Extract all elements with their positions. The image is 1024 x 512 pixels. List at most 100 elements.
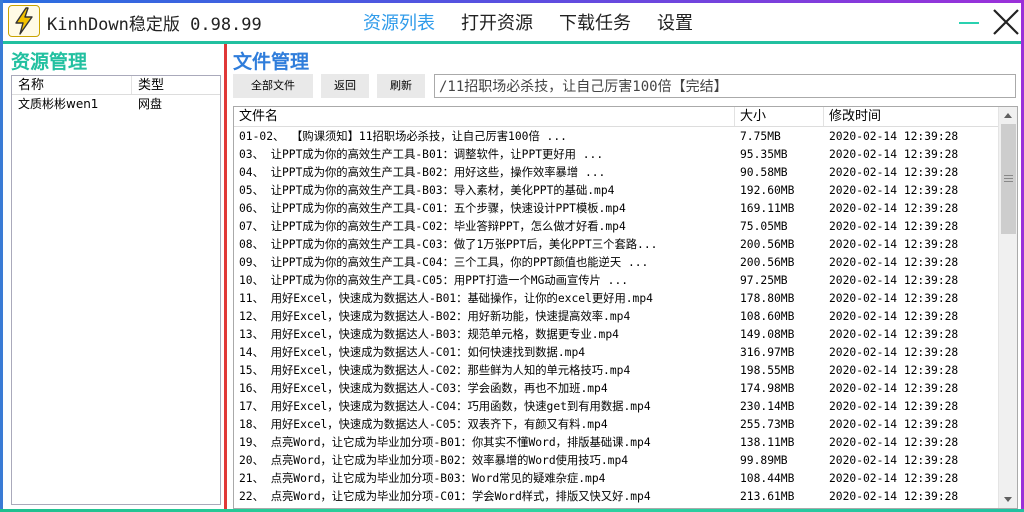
- file-name: 16、 用好Excel，快速成为数据达人-C03：学会函数，再也不加班.mp4: [239, 382, 608, 395]
- file-size: 149.08MB: [740, 328, 795, 341]
- file-row[interactable]: 21、 点亮Word，让它成为毕业加分项-B03：Word常见的疑难杂症.mp4…: [234, 470, 998, 488]
- file-size: 174.98MB: [740, 382, 795, 395]
- file-name: 20、 点亮Word，让它成为毕业加分项-B02：效率暴增的Word使用技巧.m…: [239, 454, 629, 467]
- file-row[interactable]: 01-02、 【购课须知】11招职场必杀技，让自己厉害100倍 ... 7.75M…: [234, 128, 998, 146]
- main-nav: 资源列表 打开资源 下载任务 设置: [363, 9, 719, 35]
- file-name: 10、 让PPT成为你的高效生产工具-C05：用PPT打造一个MG动画宣传片 .…: [239, 274, 629, 287]
- file-row[interactable]: 19、 点亮Word，让它成为毕业加分项-B01：你其实不懂Word，排版基础课…: [234, 434, 998, 452]
- file-modified-time: 2020-02-14 12:39:28: [829, 202, 959, 215]
- lightning-bolt-icon: [8, 5, 40, 37]
- file-row[interactable]: 11、 用好Excel，快速成为数据达人-B01：基础操作，让你的excel更好…: [234, 290, 998, 308]
- file-name: 03、 让PPT成为你的高效生产工具-B01：调整软件，让PPT更好用 ...: [239, 148, 604, 161]
- nav-download-tasks[interactable]: 下载任务: [559, 9, 631, 35]
- file-row[interactable]: 16、 用好Excel，快速成为数据达人-C03：学会函数，再也不加班.mp4 1…: [234, 380, 998, 398]
- file-row[interactable]: 17、 用好Excel，快速成为数据达人-C04：巧用函数，快速get到有用数据…: [234, 398, 998, 416]
- file-modified-time: 2020-02-14 12:39:28: [829, 328, 959, 341]
- file-row[interactable]: 07、 让PPT成为你的高效生产工具-C02：毕业答辩PPT，怎么做才好看.mp…: [234, 218, 998, 236]
- resource-list: 名称 类型 文质彬彬wen1 网盘: [11, 75, 221, 505]
- file-size: 108.44MB: [740, 472, 795, 485]
- minimize-icon: [959, 22, 979, 24]
- file-modified-time: 2020-02-14 12:39:28: [829, 274, 959, 287]
- title-bar: KinhDown稳定版 0.98.99 资源列表 打开资源 下载任务 设置: [3, 3, 1021, 41]
- file-row[interactable]: 15、 用好Excel，快速成为数据达人-C02：那些鲜为人知的单元格技巧.mp…: [234, 362, 998, 380]
- file-name: 15、 用好Excel，快速成为数据达人-C02：那些鲜为人知的单元格技巧.mp…: [239, 364, 631, 377]
- file-size: 97.25MB: [740, 274, 788, 287]
- file-row[interactable]: 04、 让PPT成为你的高效生产工具-B02：用好这些，操作效率暴增 ... 90…: [234, 164, 998, 182]
- file-modified-time: 2020-02-14 12:39:28: [829, 130, 959, 143]
- file-size: 230.14MB: [740, 400, 795, 413]
- file-row[interactable]: 18、 用好Excel，快速成为数据达人-C05：双表齐下，有颜又有料.mp4 2…: [234, 416, 998, 434]
- file-name: 04、 让PPT成为你的高效生产工具-B02：用好这些，操作效率暴增 ...: [239, 166, 606, 179]
- minimize-button[interactable]: [957, 5, 981, 35]
- nav-settings[interactable]: 设置: [657, 9, 693, 35]
- file-size: 7.75MB: [740, 130, 781, 143]
- file-size: 198.55MB: [740, 364, 795, 377]
- close-icon: [993, 9, 1019, 35]
- file-row[interactable]: 08、 让PPT成为你的高效生产工具-C03：做了1万张PPT后，美化PPT三个…: [234, 236, 998, 254]
- grip-line-icon: [1004, 178, 1013, 179]
- back-button[interactable]: 返回: [321, 74, 369, 98]
- resource-panel-title: 资源管理: [11, 51, 88, 73]
- file-name: 13、 用好Excel，快速成为数据达人-B03：规范单元格，数据更专业.mp4: [239, 328, 619, 341]
- column-header-filename[interactable]: 文件名: [234, 107, 735, 126]
- file-row[interactable]: 10、 让PPT成为你的高效生产工具-C05：用PPT打造一个MG动画宣传片 .…: [234, 272, 998, 290]
- column-header-type[interactable]: 类型: [132, 76, 220, 94]
- grip-line-icon: [1004, 181, 1013, 182]
- file-name: 08、 让PPT成为你的高效生产工具-C03：做了1万张PPT后，美化PPT三个…: [239, 238, 658, 251]
- file-row[interactable]: 14、 用好Excel，快速成为数据达人-C01：如何快速找到数据.mp4 316…: [234, 344, 998, 362]
- scroll-thumb[interactable]: [1001, 124, 1016, 234]
- column-header-size[interactable]: 大小: [735, 107, 824, 126]
- file-modified-time: 2020-02-14 12:39:28: [829, 436, 959, 449]
- vertical-scrollbar[interactable]: [998, 107, 1017, 508]
- file-modified-time: 2020-02-14 12:39:28: [829, 184, 959, 197]
- file-name: 14、 用好Excel，快速成为数据达人-C01：如何快速找到数据.mp4: [239, 346, 586, 359]
- close-button[interactable]: [991, 7, 1021, 37]
- file-name: 11、 用好Excel，快速成为数据达人-B01：基础操作，让你的excel更好…: [239, 292, 653, 305]
- file-row[interactable]: 09、 让PPT成为你的高效生产工具-C04：三个工具，你的PPT颜值也能逆天 …: [234, 254, 998, 272]
- column-header-modified[interactable]: 修改时间: [824, 107, 994, 126]
- file-name: 05、 让PPT成为你的高效生产工具-B03：导入素材，美化PPT的基础.mp4: [239, 184, 615, 197]
- refresh-button[interactable]: 刷新: [377, 74, 425, 98]
- file-modified-time: 2020-02-14 12:39:28: [829, 400, 959, 413]
- file-size: 138.11MB: [740, 436, 795, 449]
- resource-list-header: 名称 类型: [12, 76, 220, 95]
- grip-line-icon: [1004, 175, 1013, 176]
- file-modified-time: 2020-02-14 12:39:28: [829, 310, 959, 323]
- file-row[interactable]: 20、 点亮Word，让它成为毕业加分项-B02：效率暴增的Word使用技巧.m…: [234, 452, 998, 470]
- file-modified-time: 2020-02-14 12:39:28: [829, 148, 959, 161]
- app-title: KinhDown稳定版 0.98.99: [47, 15, 262, 35]
- resource-row[interactable]: 文质彬彬wen1 网盘: [12, 95, 220, 114]
- scroll-down-button[interactable]: [999, 491, 1017, 508]
- file-modified-time: 2020-02-14 12:39:28: [829, 166, 959, 179]
- file-size: 200.56MB: [740, 256, 795, 269]
- file-name: 17、 用好Excel，快速成为数据达人-C04：巧用函数，快速get到有用数据…: [239, 400, 651, 413]
- nav-open-resource[interactable]: 打开资源: [461, 9, 533, 35]
- file-name: 22、 点亮Word，让它成为毕业加分项-C01：学会Word样式，排版又快又好…: [239, 490, 651, 503]
- file-row[interactable]: 12、 用好Excel，快速成为数据达人-B02：用好新功能，快速提高效率.mp…: [234, 308, 998, 326]
- file-name: 12、 用好Excel，快速成为数据达人-B02：用好新功能，快速提高效率.mp…: [239, 310, 631, 323]
- file-size: 192.60MB: [740, 184, 795, 197]
- column-header-name[interactable]: 名称: [12, 76, 132, 94]
- file-name: 06、 让PPT成为你的高效生产工具-C01：五个步骤，快速设计PPT模板.mp…: [239, 202, 626, 215]
- file-row[interactable]: 06、 让PPT成为你的高效生产工具-C01：五个步骤，快速设计PPT模板.mp…: [234, 200, 998, 218]
- file-size: 169.11MB: [740, 202, 795, 215]
- file-panel-title: 文件管理: [233, 51, 310, 73]
- scroll-up-button[interactable]: [999, 107, 1017, 124]
- nav-resource-list[interactable]: 资源列表: [363, 9, 435, 35]
- file-modified-time: 2020-02-14 12:39:28: [829, 238, 959, 251]
- file-name: 07、 让PPT成为你的高效生产工具-C02：毕业答辩PPT，怎么做才好看.mp…: [239, 220, 626, 233]
- file-name: 01-02、 【购课须知】11招职场必杀技，让自己厉害100倍 ...: [239, 130, 567, 143]
- file-modified-time: 2020-02-14 12:39:28: [829, 472, 959, 485]
- file-size: 108.60MB: [740, 310, 795, 323]
- file-row[interactable]: 05、 让PPT成为你的高效生产工具-B03：导入素材，美化PPT的基础.mp4…: [234, 182, 998, 200]
- file-size: 178.80MB: [740, 292, 795, 305]
- file-modified-time: 2020-02-14 12:39:28: [829, 490, 959, 503]
- file-row[interactable]: 13、 用好Excel，快速成为数据达人-B03：规范单元格，数据更专业.mp4…: [234, 326, 998, 344]
- file-size: 75.05MB: [740, 220, 788, 233]
- path-input[interactable]: [434, 74, 1016, 98]
- file-row[interactable]: 03、 让PPT成为你的高效生产工具-B01：调整软件，让PPT更好用 ... 9…: [234, 146, 998, 164]
- file-panel: 文件管理 全部文件 返回 刷新 文件名 大小 修改时间 01-02、 【购课须知…: [227, 44, 1021, 509]
- all-files-button[interactable]: 全部文件: [233, 74, 313, 98]
- file-modified-time: 2020-02-14 12:39:28: [829, 220, 959, 233]
- file-row[interactable]: 22、 点亮Word，让它成为毕业加分项-C01：学会Word样式，排版又快又好…: [234, 488, 998, 506]
